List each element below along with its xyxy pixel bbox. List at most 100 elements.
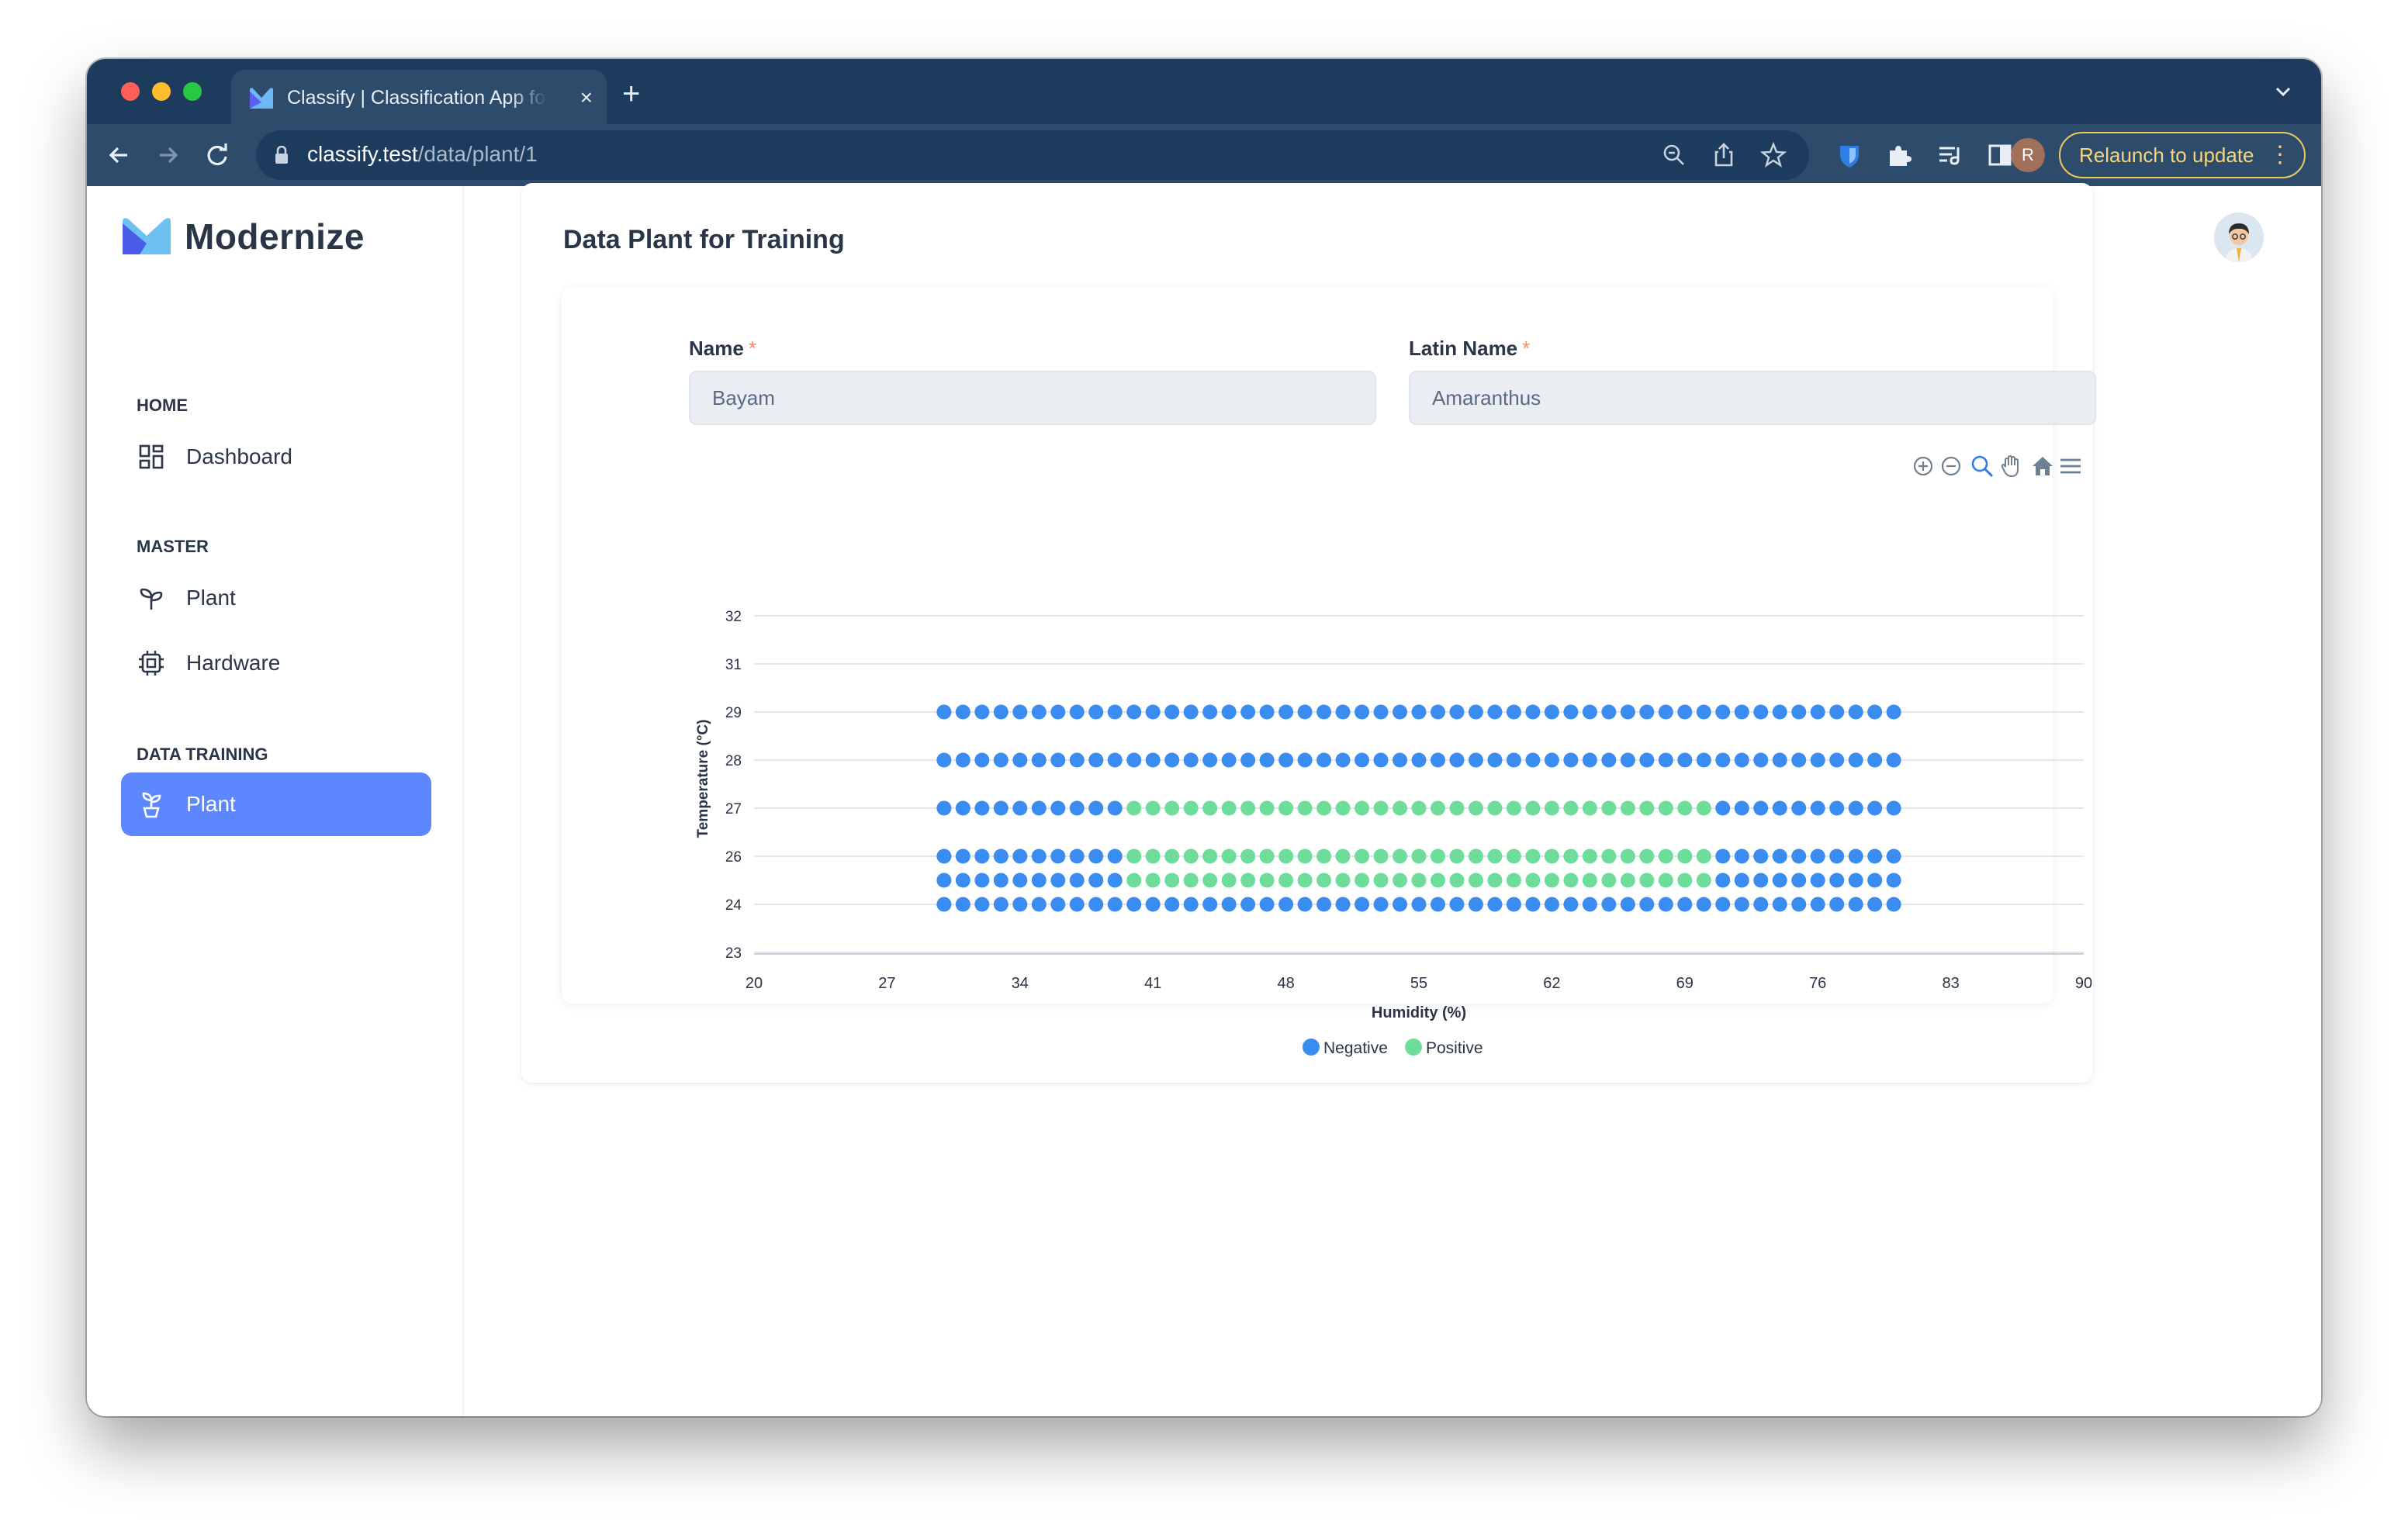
- point-positive: [1335, 873, 1351, 888]
- point-negative: [1031, 873, 1047, 888]
- point-negative: [1867, 897, 1883, 912]
- point-negative: [1867, 704, 1883, 720]
- point-negative: [1031, 752, 1047, 768]
- point-negative: [1829, 704, 1845, 720]
- point-negative: [1506, 752, 1521, 768]
- point-positive: [1145, 800, 1161, 816]
- point-negative: [1677, 897, 1693, 912]
- point-negative: [1734, 897, 1749, 912]
- point-negative: [1088, 873, 1104, 888]
- x-tick-label: 55: [1410, 975, 1427, 992]
- point-negative: [1259, 897, 1275, 912]
- point-negative: [1468, 752, 1483, 768]
- point-negative: [955, 800, 970, 816]
- point-positive: [1677, 873, 1693, 888]
- point-positive: [1221, 873, 1237, 888]
- point-negative: [1715, 704, 1731, 720]
- legend-label-negative: Negative: [1323, 1039, 1388, 1057]
- point-negative: [1050, 848, 1066, 864]
- point-negative: [1316, 704, 1332, 720]
- point-negative: [955, 897, 970, 912]
- point-negative: [1069, 897, 1085, 912]
- point-negative: [1107, 897, 1123, 912]
- point-negative: [1088, 897, 1104, 912]
- point-negative: [993, 800, 1009, 816]
- point-negative: [1354, 704, 1370, 720]
- point-positive: [1354, 800, 1370, 816]
- point-negative: [1677, 752, 1693, 768]
- point-negative: [1544, 704, 1559, 720]
- point-negative: [1639, 752, 1655, 768]
- point-negative: [1145, 752, 1161, 768]
- point-negative: [1373, 704, 1389, 720]
- point-negative: [1012, 704, 1028, 720]
- point-positive: [1221, 848, 1237, 864]
- point-negative: [1164, 897, 1180, 912]
- point-positive: [1126, 873, 1142, 888]
- point-negative: [1050, 752, 1066, 768]
- point-positive: [1449, 848, 1465, 864]
- point-positive: [1164, 848, 1180, 864]
- point-positive: [1126, 848, 1142, 864]
- point-positive: [1240, 873, 1256, 888]
- point-negative: [1658, 897, 1673, 912]
- point-positive: [1677, 848, 1693, 864]
- point-positive: [1411, 848, 1427, 864]
- point-positive: [1487, 873, 1503, 888]
- x-tick-label: 20: [746, 975, 763, 992]
- point-positive: [1373, 848, 1389, 864]
- point-positive: [1696, 800, 1711, 816]
- point-negative: [1088, 752, 1104, 768]
- point-positive: [1544, 800, 1559, 816]
- point-negative: [1145, 704, 1161, 720]
- point-positive: [1430, 873, 1445, 888]
- point-negative: [1582, 897, 1597, 912]
- point-negative: [993, 752, 1009, 768]
- point-positive: [1620, 848, 1635, 864]
- point-negative: [1411, 752, 1427, 768]
- point-positive: [1183, 873, 1199, 888]
- point-negative: [1012, 752, 1028, 768]
- point-negative: [1753, 873, 1769, 888]
- point-negative: [936, 897, 952, 912]
- point-negative: [1886, 897, 1901, 912]
- point-negative: [1867, 800, 1883, 816]
- point-positive: [1259, 800, 1275, 816]
- point-positive: [1259, 848, 1275, 864]
- point-positive: [1696, 873, 1711, 888]
- point-negative: [955, 848, 970, 864]
- point-negative: [1886, 704, 1901, 720]
- point-negative: [1601, 752, 1617, 768]
- legend-marker-positive: [1405, 1039, 1422, 1056]
- point-negative: [1088, 848, 1104, 864]
- point-negative: [993, 704, 1009, 720]
- point-negative: [1734, 873, 1749, 888]
- point-negative: [1563, 752, 1579, 768]
- point-negative: [1810, 752, 1825, 768]
- point-negative: [936, 704, 952, 720]
- y-tick-label: 23: [725, 945, 742, 962]
- point-positive: [1316, 800, 1332, 816]
- point-positive: [1183, 800, 1199, 816]
- point-negative: [1848, 873, 1863, 888]
- point-positive: [1582, 873, 1597, 888]
- point-positive: [1506, 800, 1521, 816]
- point-positive: [1297, 800, 1313, 816]
- y-tick-label: 27: [725, 801, 742, 817]
- point-negative: [1620, 897, 1635, 912]
- point-negative: [1183, 897, 1199, 912]
- point-positive: [1411, 800, 1427, 816]
- point-positive: [1316, 873, 1332, 888]
- point-positive: [1430, 848, 1445, 864]
- scatter-chart: 32 31 29 28 27 26 24 2320 27 34 41 48 55 62 69 76 83 90 Hu…: [695, 609, 2092, 1057]
- point-negative: [1449, 897, 1465, 912]
- point-positive: [1487, 800, 1503, 816]
- point-negative: [1715, 848, 1731, 864]
- point-positive: [1468, 873, 1483, 888]
- point-positive: [1202, 848, 1218, 864]
- point-positive: [1525, 848, 1541, 864]
- point-negative: [936, 873, 952, 888]
- point-negative: [1734, 800, 1749, 816]
- point-negative: [1867, 873, 1883, 888]
- point-negative: [993, 897, 1009, 912]
